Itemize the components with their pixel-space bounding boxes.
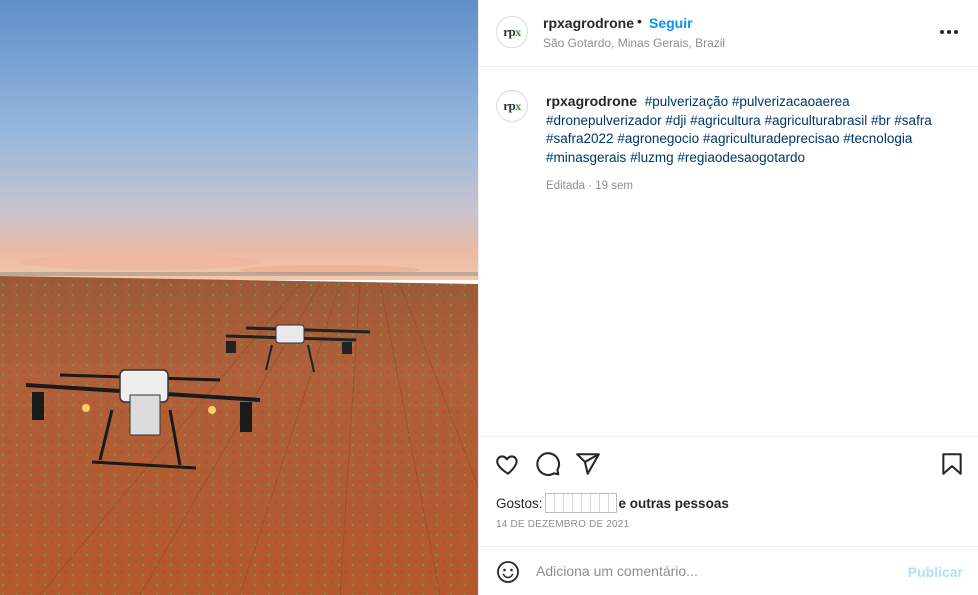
hashtag-link[interactable]: #br [871, 113, 891, 128]
post-side-panel: rpx rpxagrodrone • Seguir São Gotardo, M… [478, 0, 978, 595]
hashtag-link[interactable]: #dji [665, 113, 686, 128]
hashtag-link[interactable]: #agriculturabrasil [764, 113, 867, 128]
brand-logo: rpx [503, 98, 521, 113]
brand-logo: rpx [503, 24, 521, 39]
caption-avatar[interactable]: rpx [496, 90, 528, 122]
follow-button[interactable]: Seguir [649, 15, 693, 31]
hashtag-link[interactable]: #agriculturadeprecisao [703, 131, 840, 146]
hashtag-link[interactable]: #safra2022 [546, 131, 614, 146]
caption-meta: Editada · 19 sem [546, 180, 633, 192]
hashtag-link[interactable]: #dronepulverizador [546, 113, 662, 128]
comment-input[interactable] [536, 559, 896, 583]
hashtag-link[interactable]: #pulverização [645, 94, 728, 109]
post-photo[interactable] [0, 0, 478, 595]
more-options-icon[interactable] [937, 20, 961, 44]
comment-icon[interactable] [535, 451, 561, 477]
caption-text: rpxagrodrone #pulverização #pulverizacao… [546, 92, 966, 167]
hashtag-link[interactable]: #agricultura [690, 113, 761, 128]
likes-prefix: Gostos: [496, 495, 543, 511]
hashtag-link[interactable]: #regiaodesaogotardo [677, 150, 805, 165]
likes-summary: Gostos: e outras pessoas [496, 493, 729, 513]
liker-name-redacted[interactable] [544, 493, 617, 513]
meta-separator: · [588, 180, 593, 192]
comment-bar: Publicar [479, 546, 978, 595]
hashtag-link[interactable]: #agronegocio [617, 131, 699, 146]
emoji-icon[interactable] [496, 560, 520, 584]
post-date[interactable]: 14 DE DEZEMBRO DE 2021 [496, 519, 629, 530]
hashtag-link[interactable]: #pulverizacaoaerea [732, 94, 850, 109]
post-actions: Gostos: e outras pessoas 14 DE DEZEMBRO … [479, 436, 978, 546]
bookmark-icon[interactable] [939, 451, 965, 477]
separator-dot: • [637, 13, 642, 29]
avatar[interactable]: rpx [496, 16, 528, 48]
post-caption: rpx rpxagrodrone #pulverização #pulveriz… [479, 68, 978, 436]
post-username[interactable]: rpxagrodrone [543, 15, 634, 31]
likes-others[interactable]: e outras pessoas [619, 496, 729, 511]
hashtag-link[interactable]: #minasgerais [546, 150, 626, 165]
hashtag-link[interactable]: #safra [894, 113, 932, 128]
drone-field-image [0, 0, 478, 595]
publish-button[interactable]: Publicar [908, 564, 963, 580]
hashtag-link[interactable]: #luzmg [630, 150, 674, 165]
post-location[interactable]: São Gotardo, Minas Gerais, Brazil [543, 36, 725, 50]
share-icon[interactable] [575, 451, 601, 477]
post-age[interactable]: 19 sem [595, 180, 633, 192]
caption-username[interactable]: rpxagrodrone [546, 93, 637, 109]
hashtag-link[interactable]: #tecnologia [843, 131, 912, 146]
heart-icon[interactable] [495, 451, 521, 477]
edited-label: Editada [546, 180, 586, 192]
post-header: rpx rpxagrodrone • Seguir São Gotardo, M… [479, 0, 978, 67]
